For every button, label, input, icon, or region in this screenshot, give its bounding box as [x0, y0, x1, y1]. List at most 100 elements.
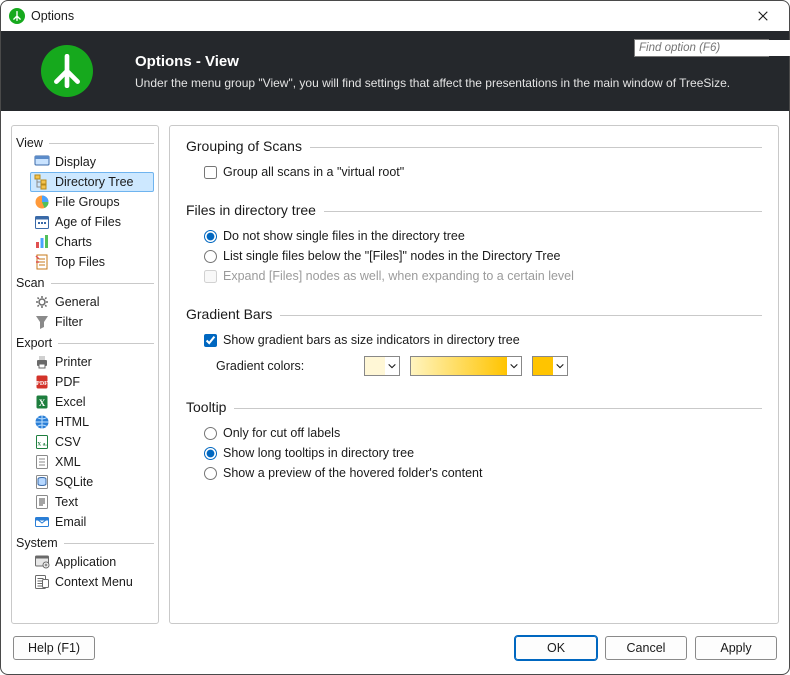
tooltip-opt2-label: Show long tooltips in directory tree: [223, 446, 414, 460]
tooltip-opt3-radio[interactable]: [204, 467, 217, 480]
apply-button[interactable]: Apply: [695, 636, 777, 660]
display-icon: [34, 154, 50, 170]
ok-button[interactable]: OK: [515, 636, 597, 660]
chevron-down-icon: [507, 361, 521, 371]
header-description: Under the menu group "View", you will fi…: [135, 76, 769, 90]
gradient-preview-picker[interactable]: [410, 356, 522, 376]
pdf-icon: [34, 374, 50, 390]
sidebar-item-label: HTML: [55, 415, 89, 429]
sidebar-item-excel[interactable]: Excel: [30, 392, 154, 412]
sidebar-item-html[interactable]: HTML: [30, 412, 154, 432]
tooltip-opt2-radio[interactable]: [204, 447, 217, 460]
sidebar-item-label: Text: [55, 495, 78, 509]
sidebar-item-file-groups[interactable]: File Groups: [30, 192, 154, 212]
files-opt2-radio[interactable]: [204, 250, 217, 263]
sidebar-item-label: Excel: [55, 395, 86, 409]
window-close-button[interactable]: [745, 2, 781, 30]
sidebar-item-label: CSV: [55, 435, 81, 449]
sidebar-item-label: Email: [55, 515, 86, 529]
tooltip-opt1-radio[interactable]: [204, 427, 217, 440]
sidebar-group-label: View: [16, 136, 49, 150]
sidebar-item-label: Filter: [55, 315, 83, 329]
pie-icon: [34, 194, 50, 210]
group-all-row[interactable]: Group all scans in a "virtual root": [186, 162, 762, 182]
help-button[interactable]: Help (F1): [13, 636, 95, 660]
main-panel: Grouping of Scans Group all scans in a "…: [169, 125, 779, 624]
sidebar-item-label: PDF: [55, 375, 80, 389]
gradient-color2-picker[interactable]: [532, 356, 568, 376]
app-icon: [9, 8, 25, 24]
group-all-checkbox[interactable]: [204, 166, 217, 179]
sidebar-item-context-menu[interactable]: Context Menu: [30, 572, 154, 592]
contextmenu-icon: [34, 574, 50, 590]
close-icon: [757, 10, 769, 22]
excel-icon: [34, 394, 50, 410]
options-window: Options Options - View Under the menu gr…: [0, 0, 790, 675]
sidebar-item-filter[interactable]: Filter: [30, 312, 154, 332]
sidebar-item-csv[interactable]: CSV: [30, 432, 154, 452]
sidebar-group-label: Export: [16, 336, 58, 350]
sidebar-item-label: Age of Files: [55, 215, 121, 229]
gradient-colors-row: Gradient colors:: [186, 350, 762, 379]
gradient-color1-picker[interactable]: [364, 356, 400, 376]
cancel-button[interactable]: Cancel: [605, 636, 687, 660]
sidebar-item-label: Directory Tree: [55, 175, 134, 189]
files-opt1-row[interactable]: Do not show single files in the director…: [186, 226, 762, 246]
sidebar-item-top-files[interactable]: Top Files: [30, 252, 154, 272]
group-all-label: Group all scans in a "virtual root": [223, 165, 404, 179]
files-opt1-radio[interactable]: [204, 230, 217, 243]
sidebar-item-xml[interactable]: XML: [30, 452, 154, 472]
sidebar-item-printer[interactable]: Printer: [30, 352, 154, 372]
files-opt2-row[interactable]: List single files below the "[Files]" no…: [186, 246, 762, 266]
csv-icon: [34, 434, 50, 450]
sidebar-item-age-of-files[interactable]: Age of Files: [30, 212, 154, 232]
gradient-show-checkbox[interactable]: [204, 334, 217, 347]
sidebar-item-general[interactable]: General: [30, 292, 154, 312]
sidebar-group-label: Scan: [16, 276, 51, 290]
find-option-search[interactable]: [634, 39, 769, 57]
sidebar-item-label: XML: [55, 455, 81, 469]
sidebar-item-label: Application: [55, 555, 116, 569]
tooltip-opt3-row[interactable]: Show a preview of the hovered folder's c…: [186, 463, 762, 483]
tooltip-opt1-row[interactable]: Only for cut off labels: [186, 423, 762, 443]
sidebar-item-label: General: [55, 295, 99, 309]
tree-icon: [34, 174, 50, 190]
sidebar-group-export: Export: [16, 334, 154, 352]
section-title-files: Files in directory tree: [186, 202, 324, 218]
text-icon: [34, 494, 50, 510]
sidebar-item-sqlite[interactable]: SQLite: [30, 472, 154, 492]
files-expand-row: Expand [Files] nodes as well, when expan…: [186, 266, 762, 286]
gradient-show-row[interactable]: Show gradient bars as size indicators in…: [186, 330, 762, 350]
barchart-icon: [34, 234, 50, 250]
tooltip-opt3-label: Show a preview of the hovered folder's c…: [223, 466, 483, 480]
section-grouping: Grouping of Scans Group all scans in a "…: [186, 138, 762, 182]
tooltip-opt2-row[interactable]: Show long tooltips in directory tree: [186, 443, 762, 463]
gradient-show-label: Show gradient bars as size indicators in…: [223, 333, 520, 347]
sidebar-group-view: View: [16, 134, 154, 152]
section-gradient: Gradient Bars Show gradient bars as size…: [186, 306, 762, 379]
sidebar: View Display Directory Tree File Groups Age …: [11, 125, 159, 624]
sidebar-group-label: System: [16, 536, 64, 550]
application-icon: [34, 554, 50, 570]
html-icon: [34, 414, 50, 430]
sidebar-item-pdf[interactable]: PDF: [30, 372, 154, 392]
sidebar-item-text[interactable]: Text: [30, 492, 154, 512]
xml-icon: [34, 454, 50, 470]
sqlite-icon: [34, 474, 50, 490]
sidebar-item-charts[interactable]: Charts: [30, 232, 154, 252]
body: View Display Directory Tree File Groups Age …: [1, 111, 789, 630]
sidebar-item-directory-tree[interactable]: Directory Tree: [30, 172, 154, 192]
funnel-icon: [34, 314, 50, 330]
sidebar-item-display[interactable]: Display: [30, 152, 154, 172]
header-band: Options - View Under the menu group "Vie…: [1, 31, 789, 111]
sidebar-item-application[interactable]: Application: [30, 552, 154, 572]
sidebar-item-email[interactable]: Email: [30, 512, 154, 532]
sidebar-item-label: Charts: [55, 235, 92, 249]
search-input[interactable]: [635, 40, 790, 56]
email-icon: [34, 514, 50, 530]
header-icon: [41, 45, 93, 97]
sidebar-item-label: Context Menu: [55, 575, 133, 589]
calendar-icon: [34, 214, 50, 230]
gradient-colors-label: Gradient colors:: [216, 359, 304, 373]
sidebar-group-system: System: [16, 534, 154, 552]
